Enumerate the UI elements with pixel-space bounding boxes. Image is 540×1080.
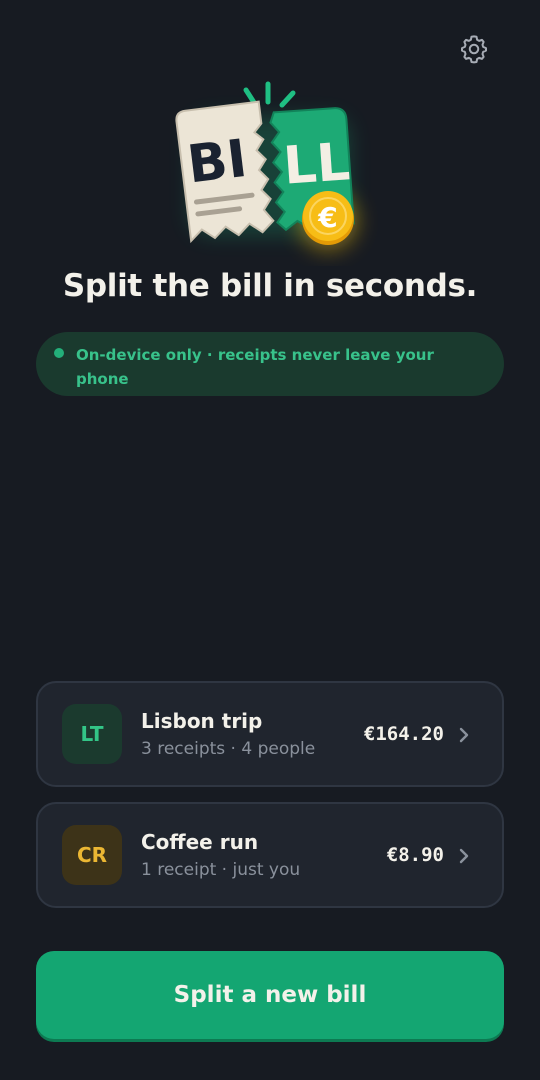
bill-title: Coffee run [141, 830, 259, 854]
privacy-badge: On-device only · receipts never leave yo… [36, 332, 504, 396]
status-dot-icon [54, 348, 64, 358]
split-new-bill-button[interactable]: Split a new bill [36, 951, 504, 1039]
home-screen: BI LL € Split the bill in seconds. On-de… [0, 0, 540, 1080]
gear-icon [461, 35, 487, 64]
bill-subtitle: 3 receipts · 4 people [141, 739, 316, 759]
bill-amount: €8.90 [386, 844, 444, 866]
logo-right-text: LL [281, 132, 351, 196]
bill-avatar: LT [62, 704, 122, 764]
logo-left-text: BI [184, 129, 250, 196]
page-title: Split the bill in seconds. [62, 268, 478, 304]
bill-card-coffee-run[interactable]: CR Coffee run 1 receipt · just you €8.90 [36, 802, 504, 908]
bill-amount: €164.20 [363, 723, 444, 745]
chevron-right-icon [459, 727, 469, 743]
settings-button[interactable] [458, 33, 490, 65]
privacy-text: On-device only · receipts never leave yo… [76, 346, 434, 388]
bill-avatar: CR [62, 825, 122, 885]
app-logo: BI LL € [160, 76, 380, 266]
logo-coin-symbol: € [317, 201, 337, 234]
bill-subtitle: 1 receipt · just you [141, 860, 301, 880]
chevron-right-icon [459, 848, 469, 864]
bill-title: Lisbon trip [141, 709, 263, 733]
bill-card-lisbon-trip[interactable]: LT Lisbon trip 3 receipts · 4 people €16… [36, 681, 504, 787]
